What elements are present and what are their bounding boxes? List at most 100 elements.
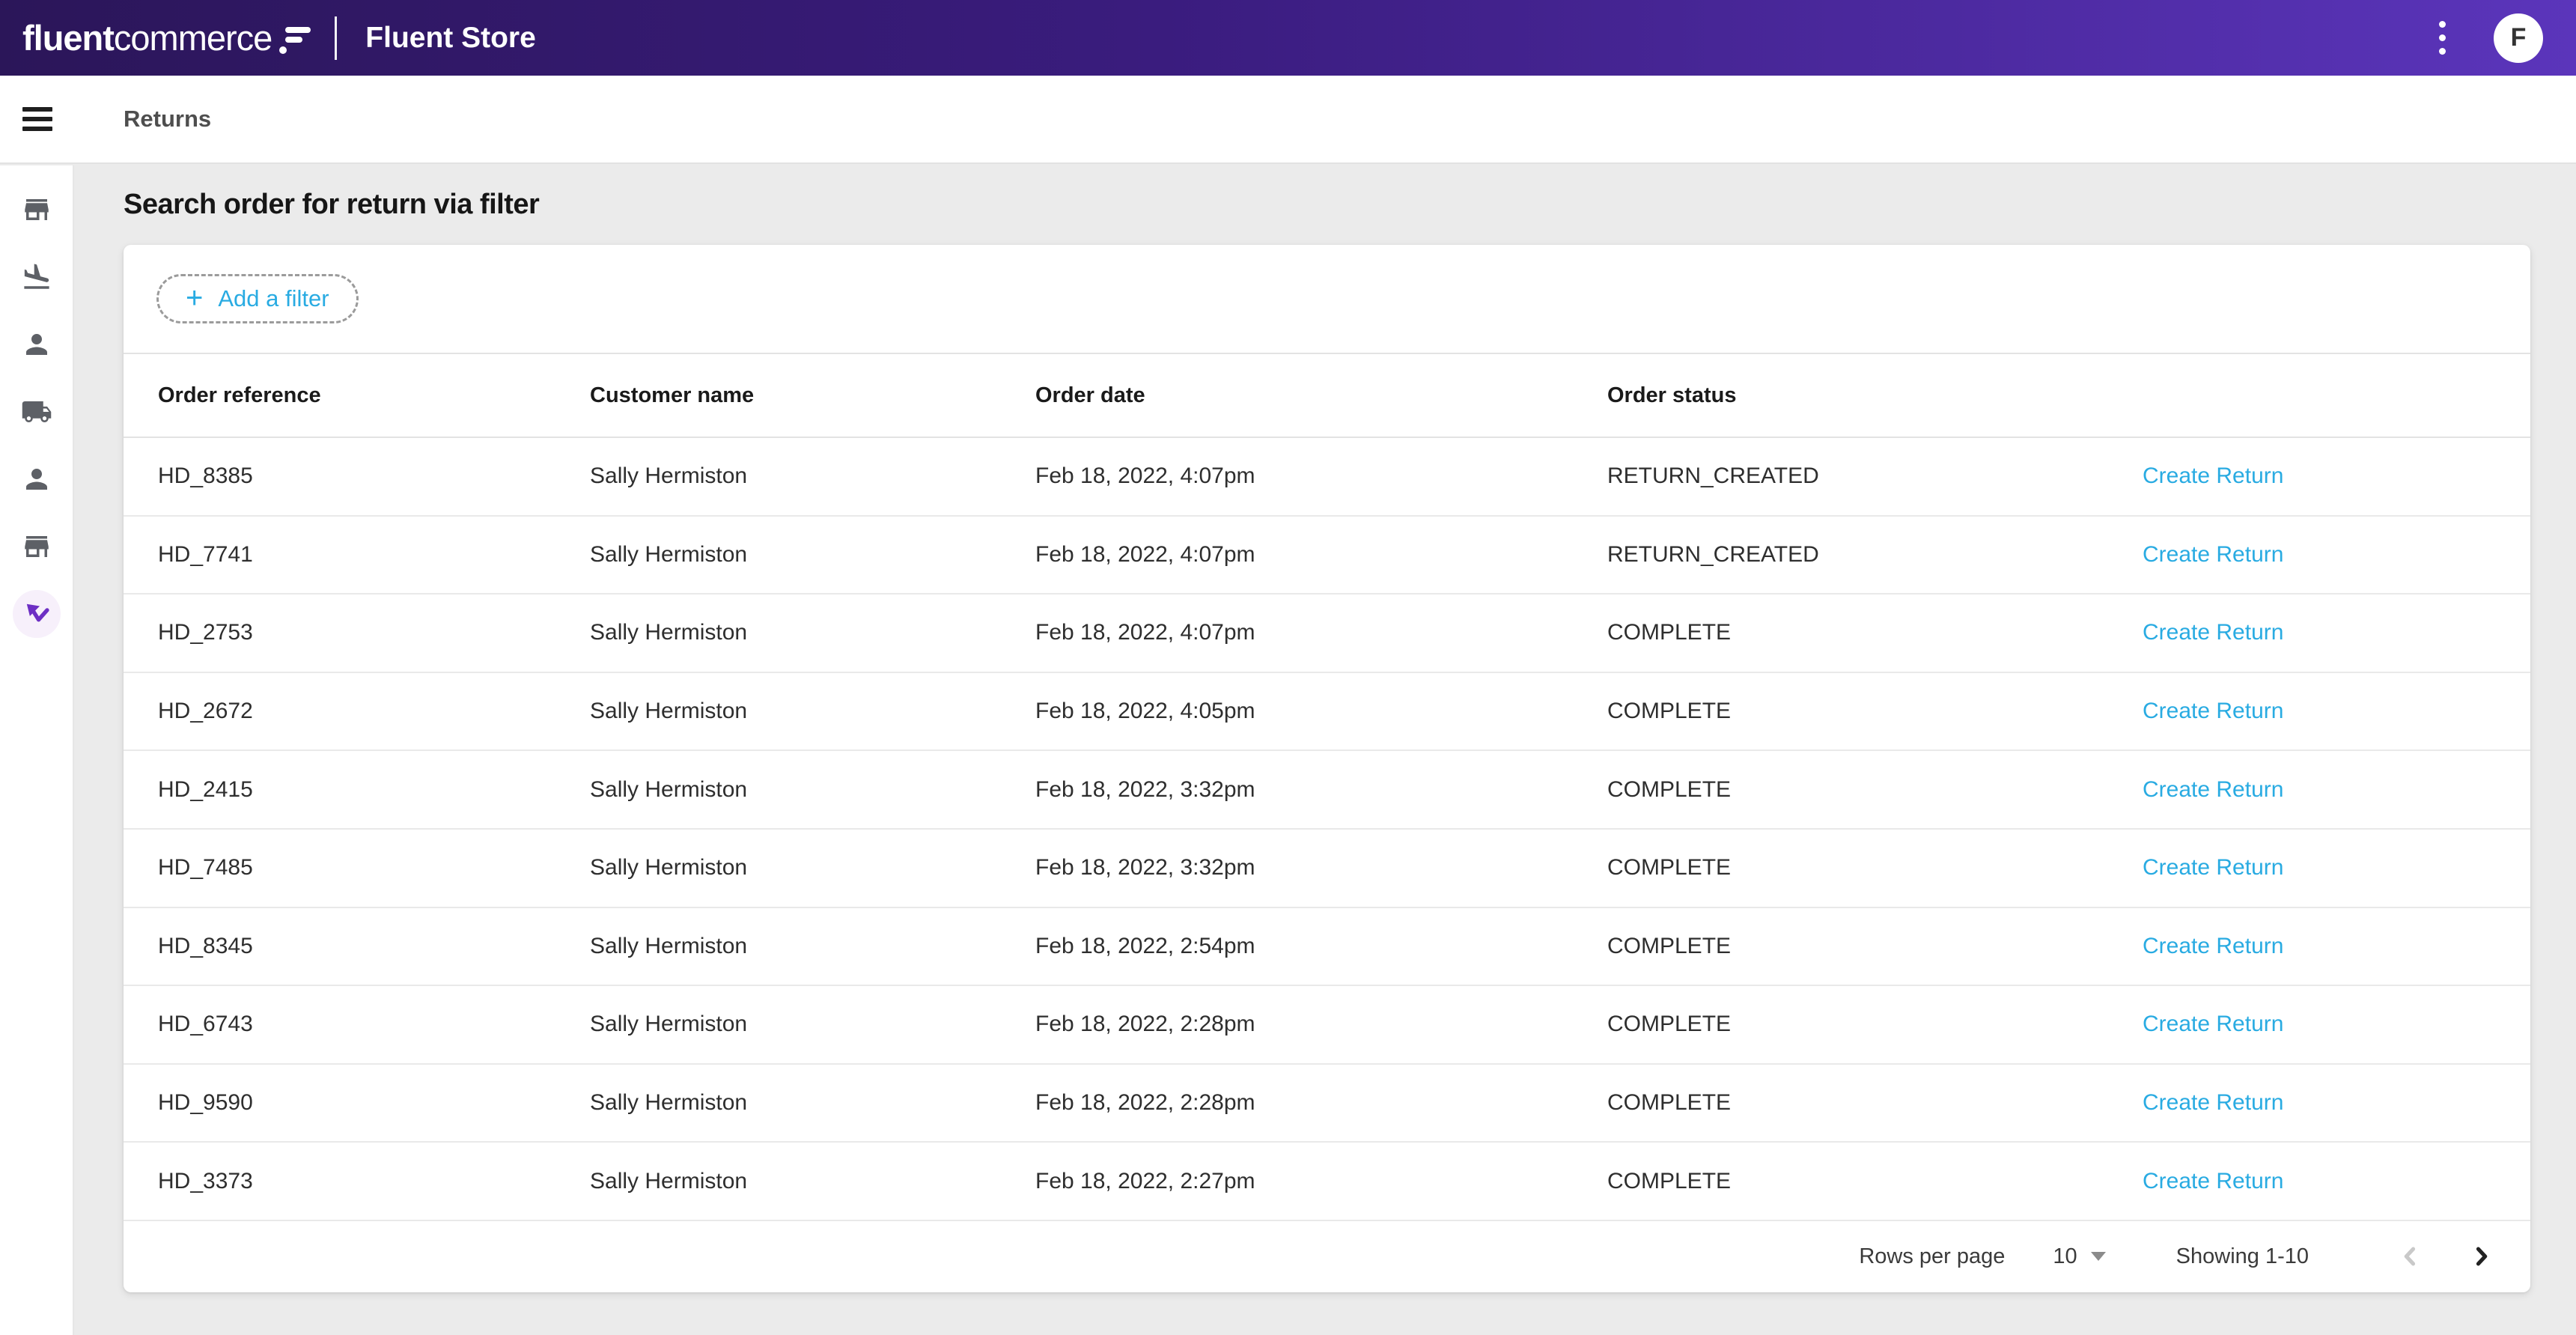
order-status-cell: COMPLETE: [1607, 1169, 2143, 1194]
order-reference-cell: HD_8385: [158, 463, 590, 489]
appbar-divider: [335, 16, 337, 60]
main-content: Search order for return via filter + Add…: [74, 164, 2576, 1335]
overflow-menu-icon[interactable]: [2432, 13, 2453, 62]
create-return-link[interactable]: Create Return: [2143, 1169, 2530, 1194]
person-icon: [21, 463, 52, 495]
order-status-cell: COMPLETE: [1607, 699, 2143, 724]
column-header-order-date: Order date: [1035, 383, 1607, 408]
returns-check-icon: [20, 597, 53, 630]
rows-per-page-select[interactable]: 10: [2053, 1244, 2105, 1269]
store-icon: [21, 194, 52, 225]
order-date-cell: Feb 18, 2022, 4:07pm: [1035, 620, 1607, 645]
create-return-link[interactable]: Create Return: [2143, 542, 2530, 568]
order-status-cell: RETURN_CREATED: [1607, 463, 2143, 489]
table-row: HD_2753 Sally Hermiston Feb 18, 2022, 4:…: [124, 594, 2530, 673]
fluentcommerce-logo: fluentcommerce: [22, 17, 314, 58]
order-status-cell: COMPLETE: [1607, 1012, 2143, 1037]
next-page-button[interactable]: [2463, 1238, 2499, 1274]
order-reference-cell: HD_9590: [158, 1090, 590, 1116]
truck-icon: [21, 396, 52, 428]
pagination-bar: Rows per page 10 Showing 1-10: [124, 1221, 2530, 1292]
returns-card: + Add a filter Order reference Customer …: [124, 245, 2530, 1292]
order-status-cell: COMPLETE: [1607, 777, 2143, 803]
sidebar-item-returns[interactable]: [0, 580, 73, 648]
logo-text-bold: fluent: [22, 17, 114, 58]
order-status-cell: COMPLETE: [1607, 1090, 2143, 1116]
customer-name-cell: Sally Hermiston: [590, 855, 1035, 881]
table-row: HD_8385 Sally Hermiston Feb 18, 2022, 4:…: [124, 438, 2530, 517]
table-header-row: Order reference Customer name Order date…: [124, 354, 2530, 438]
add-filter-button[interactable]: + Add a filter: [156, 274, 359, 323]
order-reference-cell: HD_2753: [158, 620, 590, 645]
create-return-link[interactable]: Create Return: [2143, 1012, 2530, 1037]
table-row: HD_7485 Sally Hermiston Feb 18, 2022, 3:…: [124, 830, 2530, 908]
order-status-cell: COMPLETE: [1607, 620, 2143, 645]
customer-name-cell: Sally Hermiston: [590, 1012, 1035, 1037]
filter-bar: + Add a filter: [124, 245, 2530, 354]
table-row: HD_7741 Sally Hermiston Feb 18, 2022, 4:…: [124, 517, 2530, 595]
customer-name-cell: Sally Hermiston: [590, 934, 1035, 959]
store-icon: [21, 531, 52, 562]
order-date-cell: Feb 18, 2022, 2:28pm: [1035, 1090, 1607, 1116]
dropdown-caret-icon: [2091, 1252, 2106, 1261]
table-row: HD_6743 Sally Hermiston Feb 18, 2022, 2:…: [124, 986, 2530, 1065]
table-row: HD_2415 Sally Hermiston Feb 18, 2022, 3:…: [124, 751, 2530, 830]
order-date-cell: Feb 18, 2022, 3:32pm: [1035, 855, 1607, 881]
order-reference-cell: HD_8345: [158, 934, 590, 959]
order-reference-cell: HD_3373: [158, 1169, 590, 1194]
sub-header: Returns: [0, 76, 2576, 164]
rows-per-page-label: Rows per page: [1859, 1244, 2005, 1269]
column-header-order-status: Order status: [1607, 383, 2143, 408]
order-date-cell: Feb 18, 2022, 4:07pm: [1035, 542, 1607, 568]
order-reference-cell: HD_6743: [158, 1012, 590, 1037]
logo-text-light: commerce: [114, 17, 272, 58]
customer-name-cell: Sally Hermiston: [590, 620, 1035, 645]
order-reference-cell: HD_2672: [158, 699, 590, 724]
customer-name-cell: Sally Hermiston: [590, 542, 1035, 568]
person-icon: [21, 329, 52, 360]
table-row: HD_2672 Sally Hermiston Feb 18, 2022, 4:…: [124, 673, 2530, 752]
order-reference-cell: HD_7741: [158, 542, 590, 568]
create-return-link[interactable]: Create Return: [2143, 463, 2530, 489]
create-return-link[interactable]: Create Return: [2143, 699, 2530, 724]
flight-land-icon: [21, 261, 52, 293]
showing-range-label: Showing 1-10: [2176, 1244, 2309, 1269]
add-filter-label: Add a filter: [218, 285, 329, 312]
selected-item-highlight: [13, 590, 61, 638]
breadcrumb: Returns: [124, 106, 211, 133]
previous-page-button[interactable]: [2393, 1238, 2429, 1274]
customer-name-cell: Sally Hermiston: [590, 1169, 1035, 1194]
customer-name-cell: Sally Hermiston: [590, 699, 1035, 724]
order-status-cell: RETURN_CREATED: [1607, 542, 2143, 568]
order-date-cell: Feb 18, 2022, 3:32pm: [1035, 777, 1607, 803]
sidebar-item-customer[interactable]: [0, 311, 73, 378]
menu-toggle-button[interactable]: [0, 107, 74, 131]
create-return-link[interactable]: Create Return: [2143, 777, 2530, 803]
create-return-link[interactable]: Create Return: [2143, 934, 2530, 959]
create-return-link[interactable]: Create Return: [2143, 620, 2530, 645]
sidebar-item-shipping[interactable]: [0, 378, 73, 445]
table-row: HD_3373 Sally Hermiston Feb 18, 2022, 2:…: [124, 1143, 2530, 1221]
sidebar-item-locations[interactable]: [0, 513, 73, 580]
order-reference-cell: HD_2415: [158, 777, 590, 803]
column-header-customer-name: Customer name: [590, 383, 1035, 408]
app-bar: fluentcommerce Fluent Store F: [0, 0, 2576, 76]
create-return-link[interactable]: Create Return: [2143, 855, 2530, 881]
plus-icon: +: [186, 283, 203, 313]
create-return-link[interactable]: Create Return: [2143, 1090, 2530, 1116]
sidebar: [0, 165, 74, 1335]
chevron-left-icon: [2398, 1244, 2423, 1269]
order-date-cell: Feb 18, 2022, 4:05pm: [1035, 699, 1607, 724]
customer-name-cell: Sally Hermiston: [590, 463, 1035, 489]
table-row: HD_9590 Sally Hermiston Feb 18, 2022, 2:…: [124, 1065, 2530, 1143]
avatar[interactable]: F: [2494, 13, 2543, 63]
column-header-order-reference: Order reference: [158, 383, 590, 408]
chevron-right-icon: [2468, 1244, 2494, 1269]
sidebar-item-arrivals[interactable]: [0, 243, 73, 311]
app-root: fluentcommerce Fluent Store F Returns: [0, 0, 2576, 1335]
order-status-cell: COMPLETE: [1607, 855, 2143, 881]
sidebar-item-users[interactable]: [0, 445, 73, 513]
sidebar-item-store[interactable]: [0, 176, 73, 243]
fluent-f-mark-icon: [279, 22, 314, 54]
hamburger-icon: [22, 107, 52, 131]
